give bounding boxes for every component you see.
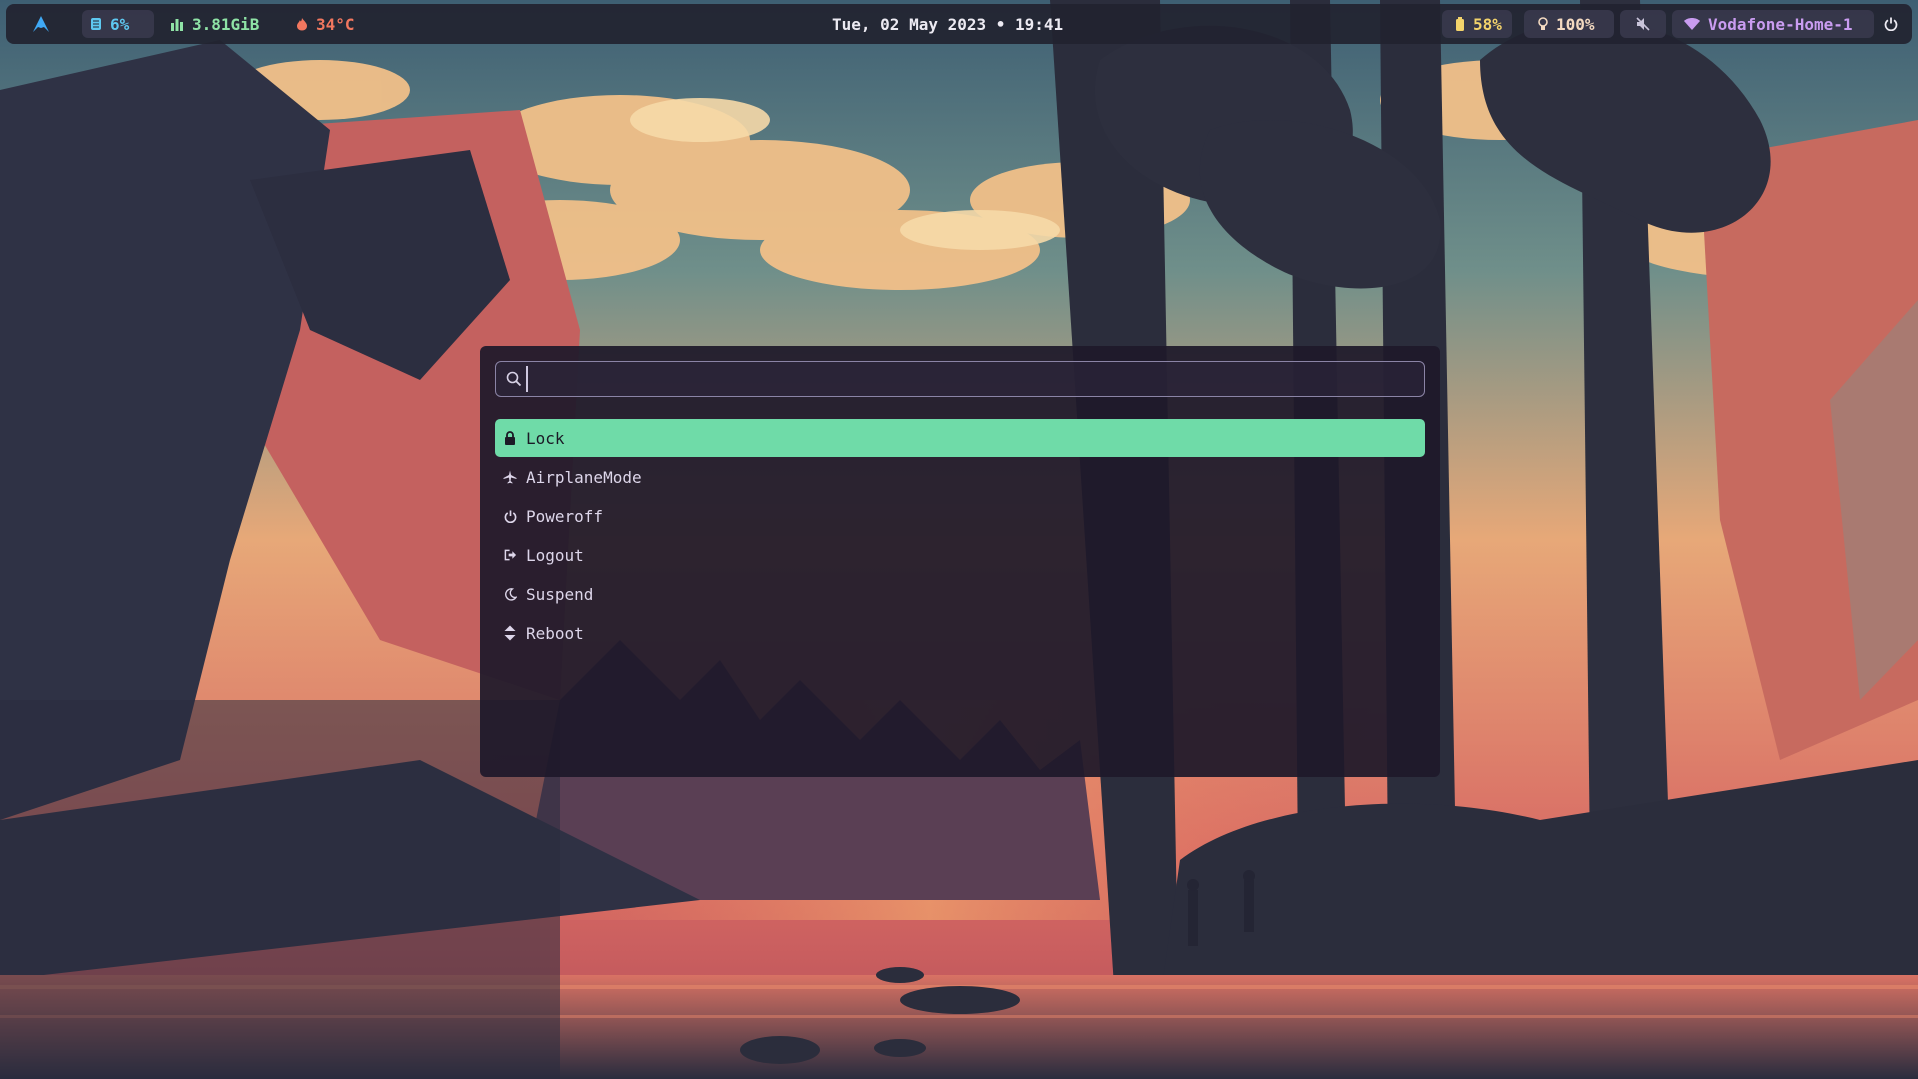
power-menu-launcher: Lock AirplaneMode Poweroff Logout Suspen…: [480, 346, 1440, 777]
cpu-widget[interactable]: 6%: [90, 4, 129, 44]
volume-widget[interactable]: [1636, 4, 1650, 44]
menu-item-reboot[interactable]: Reboot: [495, 614, 1425, 652]
lightbulb-icon: [1538, 17, 1548, 31]
memory-widget[interactable]: 3.81GiB: [170, 4, 259, 44]
memory-usage-value: 3.81GiB: [192, 14, 260, 34]
power-icon: [503, 509, 517, 523]
menu-item-label: Lock: [526, 428, 565, 448]
bar-chart-icon: [170, 17, 184, 31]
app-launcher-button[interactable]: [32, 4, 50, 44]
temperature-widget[interactable]: 34°C: [296, 4, 355, 44]
menu-item-airplanemode[interactable]: AirplaneMode: [495, 458, 1425, 496]
network-name: Vodafone-Home-1: [1708, 14, 1853, 34]
top-bar: 6% 3.81GiB 34°C Tue, 02 May 2023 • 19:41…: [6, 4, 1912, 44]
menu-item-logout[interactable]: Logout: [495, 536, 1425, 574]
menu-item-label: Logout: [526, 545, 584, 565]
menu-item-lock[interactable]: Lock: [495, 419, 1425, 457]
clock-text: Tue, 02 May 2023 • 19:41: [832, 14, 1064, 34]
power-icon: [1884, 17, 1898, 31]
brightness-widget[interactable]: 100%: [1538, 4, 1595, 44]
airplane-icon: [503, 470, 517, 484]
menu-item-suspend[interactable]: Suspend: [495, 575, 1425, 613]
moon-icon: [503, 587, 517, 601]
cpu-usage-value: 6%: [110, 14, 130, 34]
power-menu-button[interactable]: [1884, 4, 1898, 44]
battery-value: 58%: [1473, 14, 1502, 34]
clock-widget[interactable]: Tue, 02 May 2023 • 19:41: [832, 4, 1063, 44]
search-input[interactable]: [526, 366, 1424, 392]
arch-logo-icon: [32, 15, 50, 33]
battery-widget[interactable]: 58%: [1455, 4, 1502, 44]
cpu-icon: [90, 17, 102, 31]
reboot-icon: [503, 625, 517, 641]
menu-item-label: AirplaneMode: [526, 467, 642, 487]
search-box[interactable]: [495, 361, 1425, 397]
speaker-muted-icon: [1636, 17, 1650, 31]
temperature-value: 34°C: [316, 14, 355, 34]
logout-icon: [503, 549, 517, 561]
network-widget[interactable]: Vodafone-Home-1: [1684, 4, 1853, 44]
menu-item-poweroff[interactable]: Poweroff: [495, 497, 1425, 535]
search-icon: [506, 371, 522, 387]
menu-item-label: Suspend: [526, 584, 594, 604]
menu-item-label: Poweroff: [526, 506, 604, 526]
battery-icon: [1455, 17, 1465, 31]
flame-icon: [296, 17, 308, 31]
power-options-list: Lock AirplaneMode Poweroff Logout Suspen…: [495, 419, 1425, 653]
lock-icon: [503, 431, 517, 445]
menu-item-label: Reboot: [526, 623, 584, 643]
brightness-value: 100%: [1556, 14, 1595, 34]
wifi-icon: [1684, 18, 1700, 30]
